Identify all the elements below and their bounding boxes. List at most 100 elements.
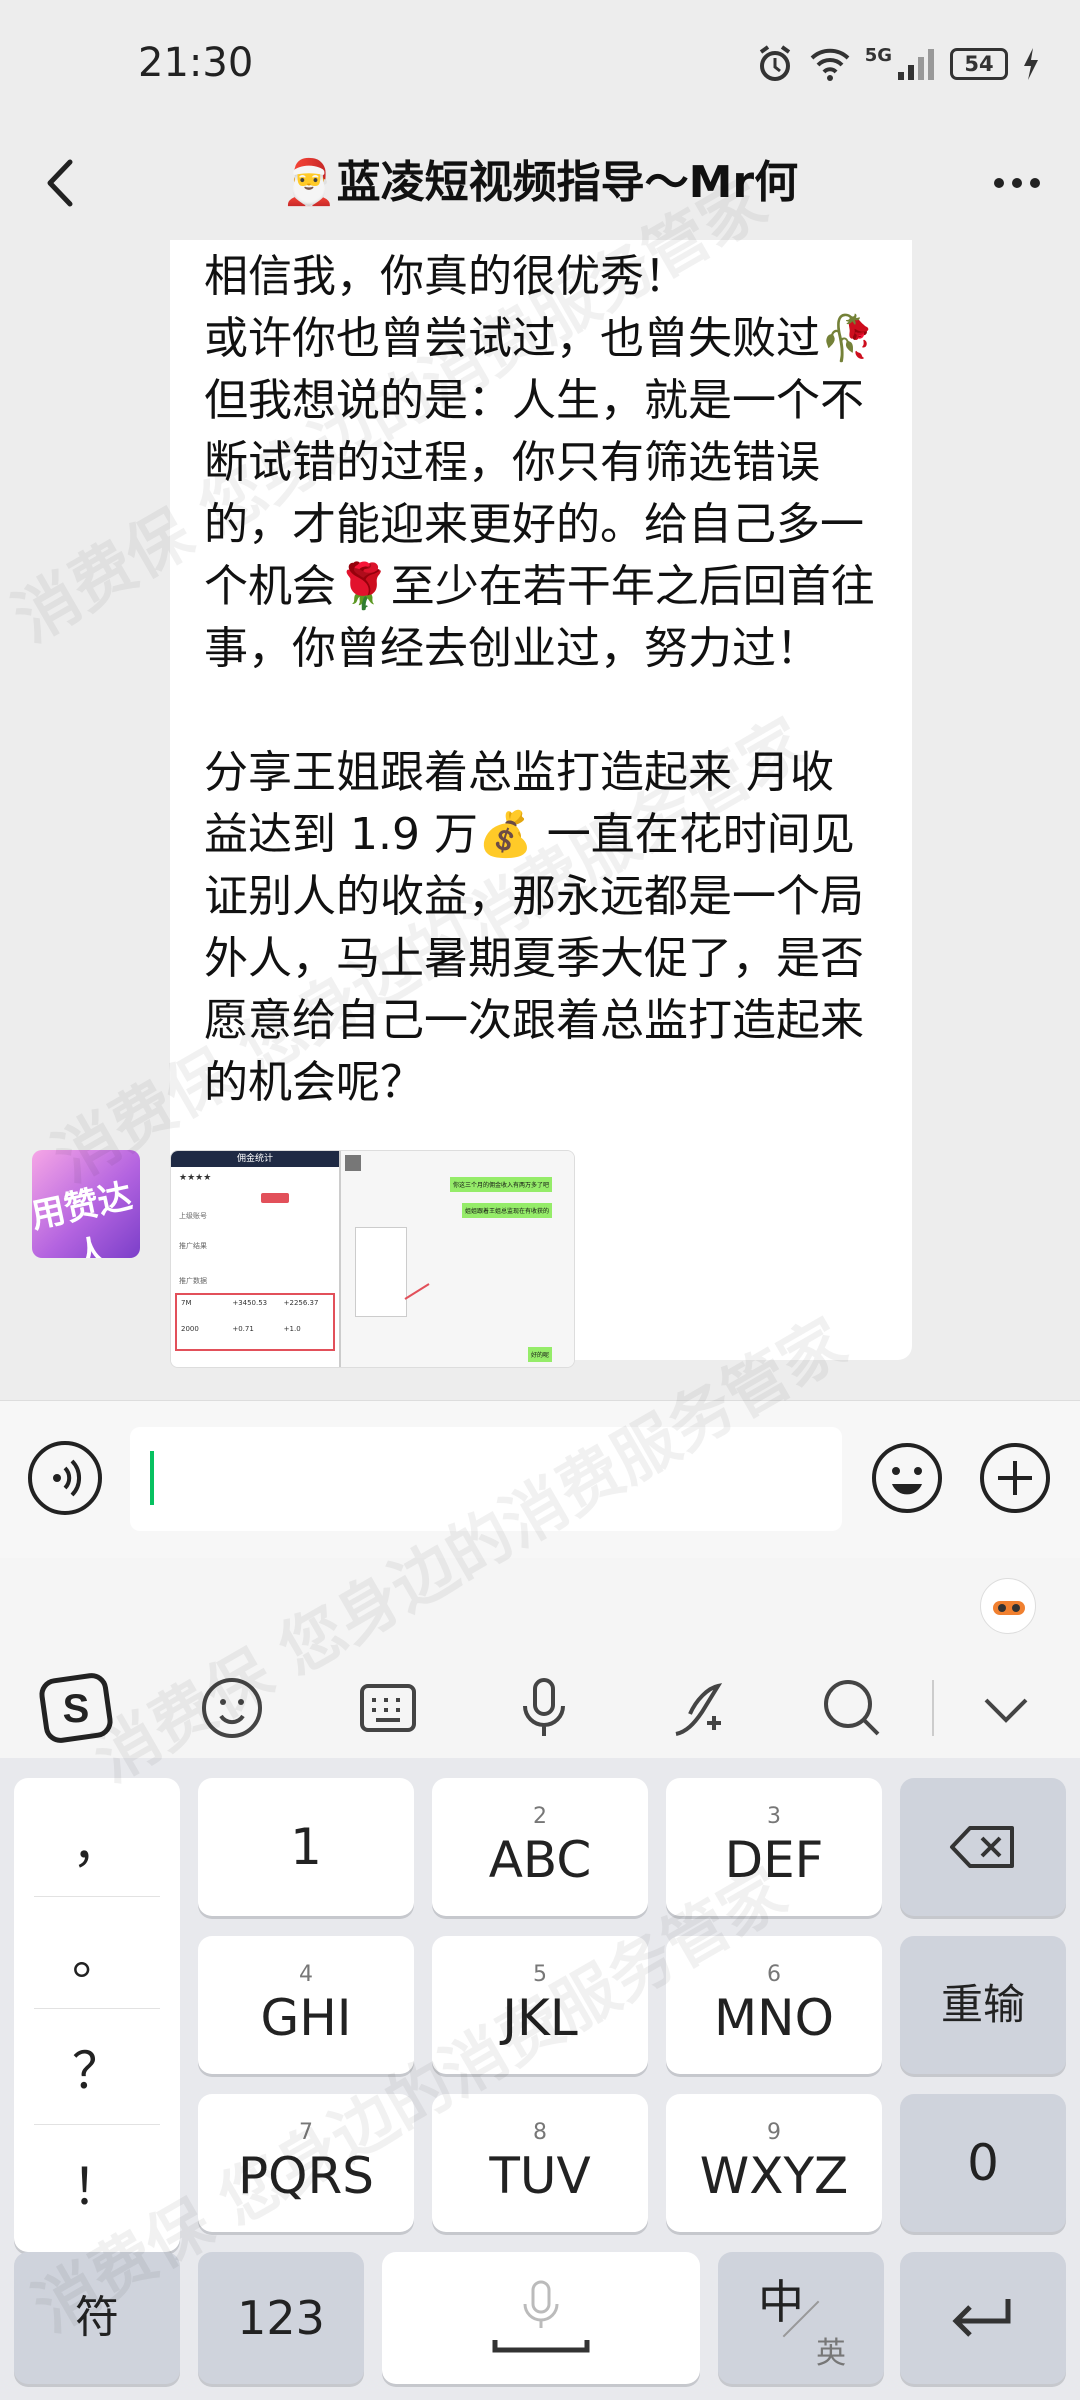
plus-button[interactable]	[978, 1441, 1052, 1515]
key-label: TUV	[489, 2147, 591, 2205]
wifi-icon	[810, 48, 850, 81]
avatar[interactable]: 用赞达人	[32, 1150, 140, 1258]
punct-key[interactable]: ！	[14, 2128, 180, 2238]
reinput-key[interactable]: 重输	[900, 1936, 1066, 2074]
punct-key[interactable]: 。	[14, 1898, 180, 2008]
key-1[interactable]: 1	[198, 1778, 414, 1916]
thumbnail-avatar	[345, 1155, 361, 1171]
key-6-mno[interactable]: 6 MNO	[666, 1936, 882, 2074]
space-key[interactable]	[382, 2252, 700, 2384]
key-sublabel: 5	[533, 1962, 547, 1987]
thumbnail-arrow-icon	[404, 1283, 430, 1300]
handwrite-icon[interactable]	[660, 1668, 740, 1748]
key-sublabel: 9	[767, 2120, 781, 2145]
sogou-logo-icon[interactable]: S	[36, 1668, 116, 1748]
punct-divider	[34, 1896, 160, 1897]
key-5-jkl[interactable]: 5 JKL	[432, 1936, 648, 2074]
backspace-key[interactable]	[900, 1778, 1066, 1916]
mic-icon[interactable]	[504, 1668, 584, 1748]
key-label: WXYZ	[699, 2147, 849, 2205]
battery-level: 54	[964, 52, 994, 76]
text-cursor	[150, 1451, 154, 1505]
thumbnail-highlight-box: 7M +3450.53 +2256.37 2000 +0.71 +1.0	[175, 1293, 335, 1351]
smiley-icon	[872, 1443, 942, 1513]
language-switch-key[interactable]: 中 英	[718, 2252, 884, 2384]
key-label: 符	[75, 2292, 119, 2343]
key-sublabel: 英	[816, 2336, 846, 2371]
key-7-pqrs[interactable]: 7 PQRS	[198, 2094, 414, 2232]
key-9-wxyz[interactable]: 9 WXYZ	[666, 2094, 882, 2232]
key-label: MNO	[714, 1989, 834, 2047]
ime-mascot-icon[interactable]	[980, 1578, 1036, 1634]
chat-header: 🎅蓝凌短视频指导～Mr何	[0, 130, 1080, 240]
thumbnail-value: +0.71	[232, 1325, 254, 1333]
thumbnail-row-1: 上级账号	[179, 1212, 207, 1220]
toolbar-divider	[932, 1680, 934, 1736]
thumbnail-phone-image	[355, 1227, 407, 1317]
emoji-icon[interactable]	[192, 1668, 272, 1748]
charging-icon	[1024, 48, 1038, 80]
collapse-icon[interactable]	[966, 1668, 1046, 1748]
punct-key[interactable]: ？	[14, 2012, 180, 2122]
key-8-tuv[interactable]: 8 TUV	[432, 2094, 648, 2232]
image-thumbnail[interactable]: 佣金统计 ★★★★ 上级账号 推广结果 推广数据 7M +3450.53 +22…	[170, 1150, 575, 1368]
key-sublabel: 6	[767, 1962, 781, 1987]
alarm-icon	[759, 45, 790, 81]
thumbnail-red-button	[261, 1193, 289, 1203]
plus-icon	[980, 1443, 1050, 1513]
input-bar	[0, 1400, 1080, 1558]
key-label: 0	[967, 2134, 999, 2192]
key-label: ABC	[488, 1831, 592, 1889]
key-3-def[interactable]: 3 DEF	[666, 1778, 882, 1916]
key-label: GHI	[260, 1989, 352, 2047]
key-sublabel: 8	[533, 2120, 547, 2145]
key-sublabel: 2	[533, 1804, 547, 1829]
key-sublabel: 3	[767, 1804, 781, 1829]
key-label: 重输	[940, 1980, 1025, 2029]
key-label: 1	[290, 1818, 322, 1876]
thumbnail-bubble-3: 好的呢	[527, 1347, 552, 1362]
thumbnail-value: 7M	[181, 1299, 192, 1307]
key-label: DEF	[724, 1831, 824, 1889]
numbers-key[interactable]: 123	[198, 2252, 364, 2384]
message-input[interactable]	[130, 1427, 842, 1531]
enter-key[interactable]	[900, 2252, 1066, 2384]
thumbnail-title: 佣金统计	[171, 1151, 339, 1167]
thumbnail-bubble-1: 你这三个月的佣金收入有两万多了吧	[449, 1177, 552, 1192]
punct-divider	[34, 2008, 160, 2009]
key-4-ghi[interactable]: 4 GHI	[198, 1936, 414, 2074]
thumbnail-left-pane: 佣金统计 ★★★★ 上级账号 推广结果 推广数据 7M +3450.53 +22…	[171, 1151, 341, 1367]
more-dots-icon	[994, 178, 1040, 188]
thumbnail-value: +1.0	[283, 1325, 301, 1333]
message-text: 一切自卑，把赚钱当做目标的你请 相信我，你真的很优秀！ 或许你也曾尝试过，也曾失…	[204, 251, 875, 1108]
more-button[interactable]	[982, 148, 1052, 218]
key-label: 123	[237, 2291, 325, 2345]
thumbnail-right-pane: 你这三个月的佣金收入有两万多了吧 姐姐跟着王姐总监现在有收获的 好的呢	[341, 1151, 574, 1367]
emoji-button[interactable]	[870, 1441, 944, 1515]
punctuation-column[interactable]: ， 。 ？ ！	[14, 1778, 180, 2252]
thumbnail-stars: ★★★★	[179, 1173, 212, 1183]
keyboard-icon[interactable]	[348, 1668, 428, 1748]
thumbnail-bubble-2: 姐姐跟着王姐总监现在有收获的	[461, 1203, 552, 1218]
image-message: 用赞达人 佣金统计 ★★★★ 上级账号 推广结果 推广数据 7M +3450.5…	[0, 1150, 1080, 1380]
key-2-abc[interactable]: 2 ABC	[432, 1778, 648, 1916]
thumbnail-value: 2000	[181, 1325, 199, 1333]
ime-toolbar: S	[0, 1558, 1080, 1758]
key-label: PQRS	[238, 2147, 374, 2205]
key-sublabel: 4	[299, 1962, 313, 1987]
zero-key[interactable]: 0	[900, 2094, 1066, 2232]
thumbnail-row-2: 推广结果	[179, 1242, 207, 1250]
status-time: 21:30	[138, 40, 254, 86]
symbols-key[interactable]: 符	[14, 2252, 180, 2384]
voice-icon	[53, 1459, 82, 1497]
voice-button[interactable]	[28, 1441, 102, 1515]
status-bar: 21:30 5G 54	[0, 0, 1080, 130]
battery-indicator: 54	[950, 48, 1008, 80]
mic-icon	[492, 2280, 590, 2353]
key-label: JKL	[502, 1989, 578, 2047]
key-sublabel: 7	[299, 2120, 313, 2145]
chat-area[interactable]: 一切自卑，把赚钱当做目标的你请 相信我，你真的很优秀！ 或许你也曾尝试过，也曾失…	[0, 240, 1080, 1400]
punct-key[interactable]: ，	[14, 1786, 180, 1896]
punct-divider	[34, 2124, 160, 2125]
search-icon[interactable]	[812, 1668, 892, 1748]
